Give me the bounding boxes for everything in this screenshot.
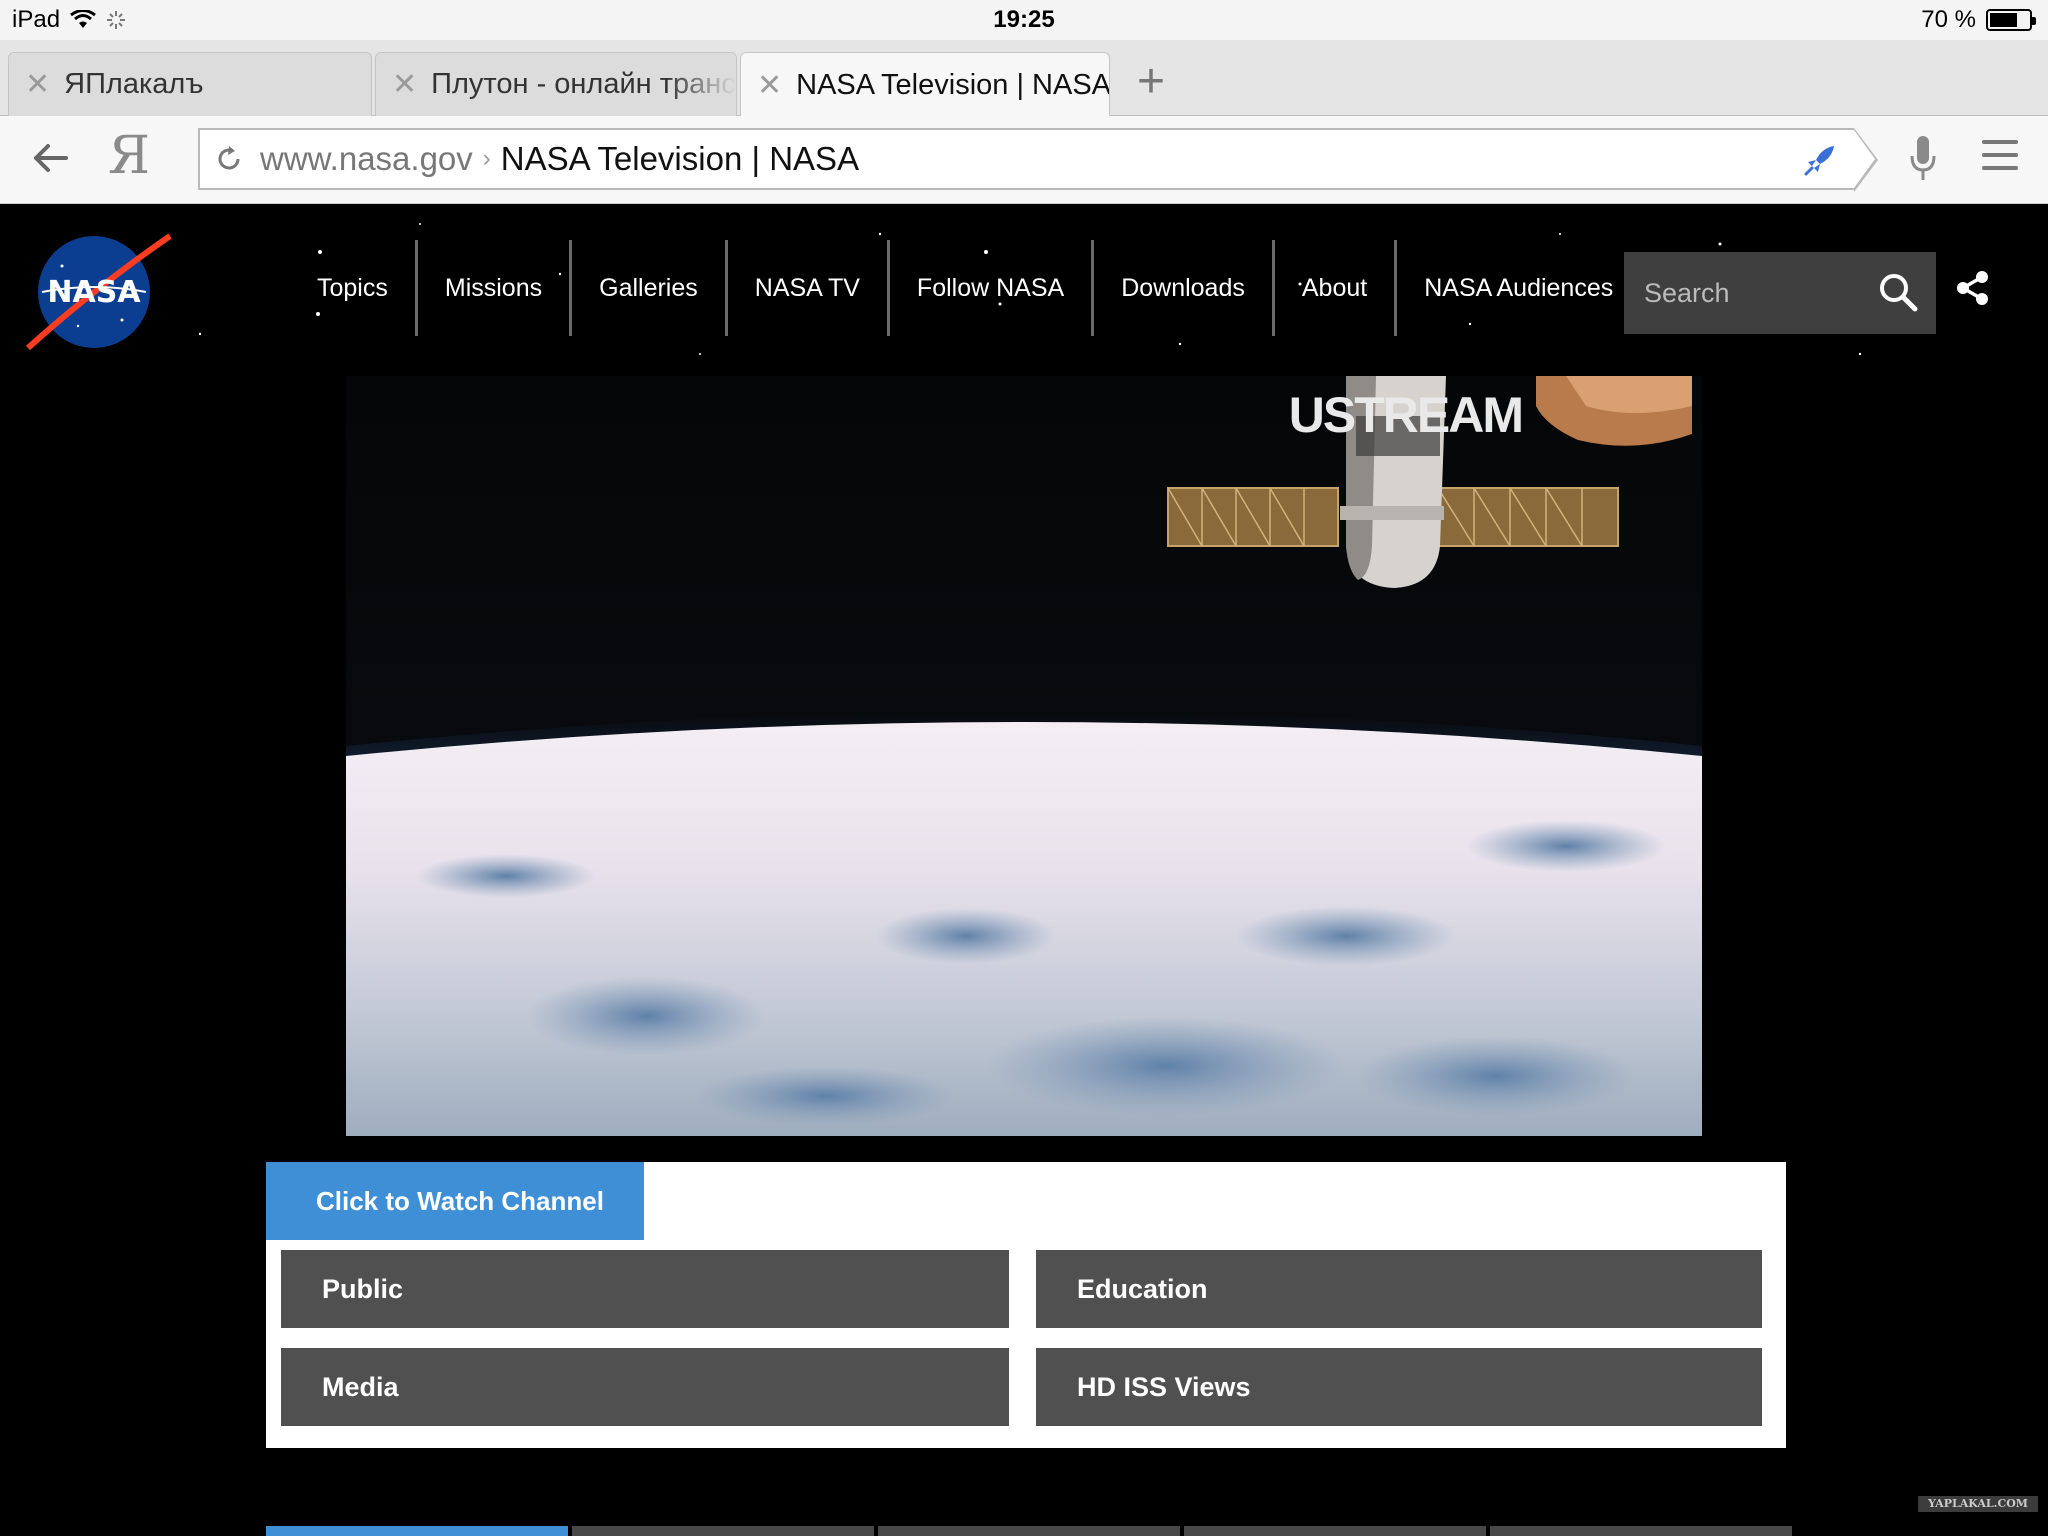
bottom-tab[interactable] [572, 1526, 874, 1536]
nasa-page: NASA Topics Missions Galleries NASA TV F… [0, 204, 2048, 1536]
iss-earth-view-image [346, 376, 1702, 1136]
search-placeholder: Search [1644, 277, 1730, 308]
channel-education-button[interactable]: Education [1036, 1250, 1762, 1328]
tab-bar: ✕ ЯПлакалъ ✕ Плутон - онлайн транс ✕ NAS… [0, 40, 2048, 117]
url-page-title: NASA Television | NASA [500, 140, 860, 177]
ustream-watermark: USTREAM [1288, 387, 1524, 443]
channel-hd-iss-views-button[interactable]: HD ISS Views [1036, 1348, 1762, 1426]
close-tab-icon[interactable]: ✕ [25, 67, 50, 102]
reload-icon[interactable] [214, 144, 244, 174]
address-bar[interactable]: www.nasa.gov › NASA Television | NASA [198, 128, 1878, 192]
browser-toolbar: Я www.nasa.gov › NASA Television | NASA [0, 116, 2048, 204]
nav-nasa-tv[interactable]: NASA TV [724, 240, 887, 336]
tab-yaplakal[interactable]: ✕ ЯПлакалъ [8, 52, 372, 116]
microphone-icon[interactable] [1908, 134, 1938, 184]
site-search-input[interactable]: Search [1624, 252, 1936, 334]
nav-follow-nasa[interactable]: Follow NASA [886, 240, 1091, 336]
new-tab-button[interactable]: + [1128, 52, 1174, 112]
bottom-tab[interactable] [1490, 1526, 1792, 1536]
yandex-logo-icon[interactable]: Я [108, 130, 150, 182]
bottom-tab-strip [266, 1526, 1796, 1536]
url-domain: www.nasa.gov [260, 140, 473, 177]
status-bar: iPad 19:25 70 % [0, 0, 2048, 40]
channel-panel: Click to Watch Channel Public Education … [266, 1162, 1786, 1448]
nav-about[interactable]: About [1271, 240, 1394, 336]
clock: 19:25 [993, 6, 1055, 33]
close-tab-icon[interactable]: ✕ [392, 67, 417, 102]
rocket-icon[interactable] [1800, 140, 1840, 180]
bottom-tab[interactable] [878, 1526, 1180, 1536]
channel-public-button[interactable]: Public [281, 1250, 1009, 1328]
bottom-tab[interactable] [1184, 1526, 1486, 1536]
tab-pluton[interactable]: ✕ Плутон - онлайн транс [375, 52, 737, 116]
nav-nasa-audiences[interactable]: NASA Audiences [1394, 240, 1640, 336]
main-navigation: Topics Missions Galleries NASA TV Follow… [290, 236, 1640, 340]
nav-missions[interactable]: Missions [414, 240, 569, 336]
video-player[interactable]: USTREAM [346, 376, 1702, 1136]
tab-title: NASA Television | NASA [796, 68, 1110, 101]
tab-title: ЯПлакалъ [64, 68, 204, 100]
click-to-watch-tab[interactable]: Click to Watch Channel [266, 1162, 644, 1240]
battery-percent: 70 % [1921, 6, 1976, 33]
nav-downloads[interactable]: Downloads [1091, 240, 1272, 336]
share-icon[interactable] [1954, 270, 1990, 306]
yaplakal-watermark: YAPLAKAL.COM [1918, 1496, 2038, 1512]
nav-galleries[interactable]: Galleries [569, 240, 725, 336]
url-separator: › [482, 145, 491, 172]
tab-nasa-television[interactable]: ✕ NASA Television | NASA [740, 52, 1110, 117]
search-icon[interactable] [1878, 272, 1918, 312]
close-tab-icon[interactable]: ✕ [757, 68, 782, 103]
nasa-logo-text: NASA [47, 275, 141, 310]
bottom-tab[interactable] [266, 1526, 568, 1536]
back-arrow-icon[interactable] [28, 136, 72, 180]
battery-icon [1986, 9, 2036, 31]
browser-menu-icon[interactable] [1982, 140, 2018, 176]
channel-media-button[interactable]: Media [281, 1348, 1009, 1426]
nav-topics[interactable]: Topics [290, 240, 415, 336]
nasa-logo[interactable]: NASA [22, 230, 172, 350]
